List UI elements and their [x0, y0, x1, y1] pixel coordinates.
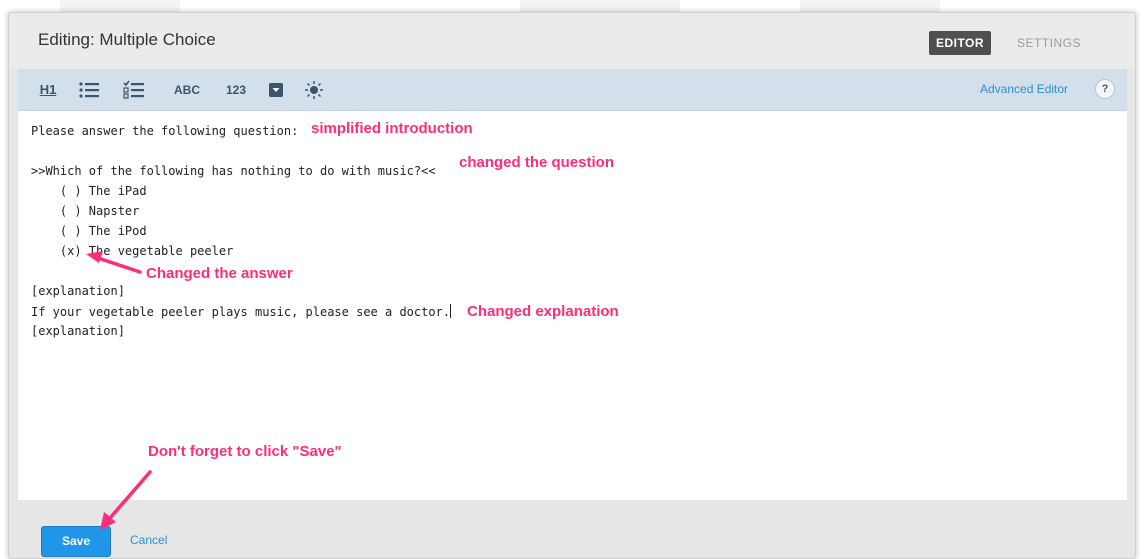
- advanced-editor-link[interactable]: Advanced Editor: [980, 82, 1068, 96]
- heading-button[interactable]: H1: [38, 80, 58, 100]
- editor-line: ( ) The iPad: [31, 184, 147, 198]
- numeric-input-icon: 123: [225, 83, 247, 97]
- tab-settings[interactable]: SETTINGS: [1009, 31, 1089, 55]
- hint-button[interactable]: [304, 80, 324, 100]
- checklist-button[interactable]: [123, 80, 145, 100]
- annotation-question: changed the question: [459, 154, 615, 171]
- help-button[interactable]: ?: [1095, 79, 1115, 99]
- cancel-link[interactable]: Cancel: [130, 533, 167, 547]
- annotation-save-reminder: Don't forget to click "Save": [148, 443, 342, 460]
- editor-line-text: If your vegetable peeler plays music, pl…: [31, 305, 451, 319]
- editor-line: ( ) The iPod: [31, 224, 147, 238]
- editor-line: If your vegetable peeler plays music, pl…: [31, 304, 452, 319]
- tab-editor[interactable]: EDITOR: [929, 31, 991, 55]
- bulleted-list-icon: [79, 82, 99, 98]
- modal-header: Editing: Multiple Choice EDITOR SETTINGS: [9, 13, 1135, 69]
- text-input-icon: ABC: [174, 83, 200, 97]
- editor-line: >>Which of the following has nothing to …: [31, 164, 436, 178]
- editor-modal: Editing: Multiple Choice EDITOR SETTINGS…: [8, 12, 1136, 559]
- editor-line: [explanation]: [31, 324, 125, 338]
- editor-line: (x) The vegetable peeler: [31, 244, 234, 258]
- editor-line: [explanation]: [31, 284, 125, 298]
- dropdown-button[interactable]: [267, 80, 285, 100]
- editor-line: Please answer the following question:: [31, 124, 299, 138]
- numeric-input-button[interactable]: 123: [221, 80, 251, 100]
- save-button[interactable]: Save: [41, 526, 111, 557]
- annotation-answer: Changed the answer: [146, 265, 293, 282]
- text-caret: [450, 304, 452, 318]
- dropdown-icon: [269, 83, 283, 97]
- bulleted-list-button[interactable]: [78, 80, 100, 100]
- editor-line: ( ) Napster: [31, 204, 140, 218]
- hint-lightbulb-icon: [305, 81, 323, 99]
- editor-toolbar: H1 ABC 123 Advanced Editor ?: [18, 69, 1127, 111]
- text-input-button[interactable]: ABC: [170, 80, 204, 100]
- checklist-icon: [123, 80, 144, 99]
- heading-icon: H1: [39, 82, 57, 97]
- annotation-intro: simplified introduction: [311, 120, 473, 137]
- modal-footer: Save Cancel: [9, 500, 1135, 558]
- annotation-explanation: Changed explanation: [467, 303, 619, 320]
- modal-title: Editing: Multiple Choice: [38, 30, 216, 49]
